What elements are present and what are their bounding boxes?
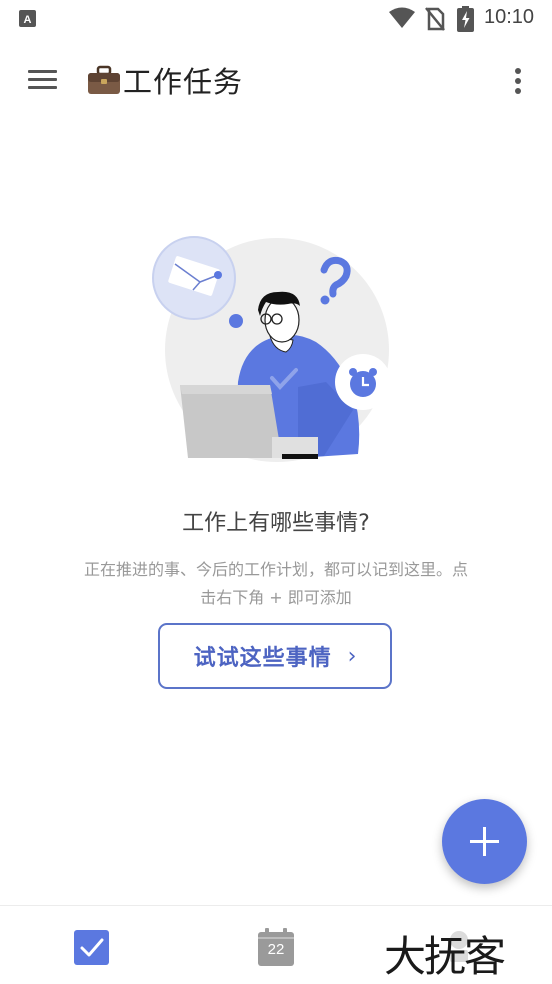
try-suggestions-label: 试试这些事情 [193,646,332,671]
calendar-date: 22 [267,941,285,958]
svg-text:A: A [24,14,32,26]
page-title: 工作任务 [123,65,244,99]
status-time: 10:10 [484,6,535,28]
status-bar: A 10:10 [0,0,552,38]
plus-icon [470,827,499,856]
menu-button[interactable] [18,62,66,98]
mail-icon [152,236,236,320]
calendar-tab[interactable]: 22 [258,928,294,966]
app-notification-icon: A [19,10,36,27]
watermark-text: 大抚客 [384,932,506,981]
try-suggestions-button[interactable]: 试试这些事情 › [158,623,392,689]
wifi-icon [389,7,415,28]
alarm-clock-icon [335,354,391,410]
more-options-button[interactable] [500,62,536,100]
add-task-fab[interactable] [442,799,527,884]
empty-state-illustration [152,236,391,462]
bottom-navigation: 22 大抚客 [0,905,552,984]
no-sim-icon [425,7,445,31]
briefcase-icon [88,65,120,94]
tasks-check-icon[interactable] [74,930,109,965]
empty-state-description: 正在推进的事、今后的工作计划，都可以记到这里。点击右下角 + 即可添加 [83,560,468,607]
battery-charging-icon [457,6,474,32]
chevron-right-icon: › [347,643,357,669]
app-bar: 工作任务 [0,42,552,118]
empty-state-title: 工作上有哪些事情? [182,511,370,536]
title-container: 工作任务 [87,60,243,100]
